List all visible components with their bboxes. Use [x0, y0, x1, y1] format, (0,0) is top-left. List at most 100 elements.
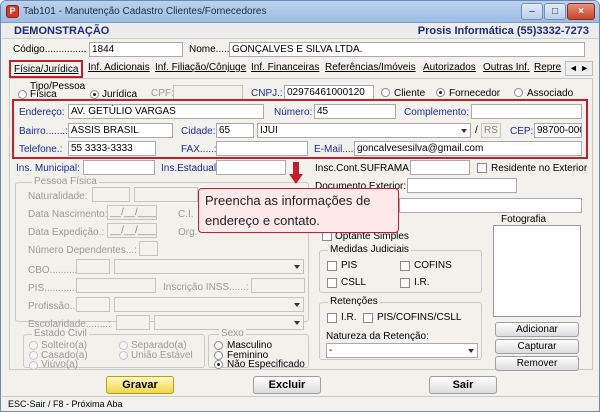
tab-referencias-imoveis[interactable]: Referências/Imóveis [325, 62, 416, 73]
suframa-input[interactable] [410, 160, 470, 175]
close-button[interactable]: × [567, 3, 595, 20]
retencao-ir-checkbox[interactable] [327, 313, 337, 323]
tab-scroll-arrows[interactable]: ◄ ► [565, 61, 593, 76]
numero-label: Número: [274, 107, 313, 118]
associado-radio[interactable] [514, 88, 523, 97]
tab-filiacao-conjuge[interactable]: Inf. Filiação/Cônjuge [155, 62, 246, 73]
ins-municipal-input[interactable] [83, 160, 155, 175]
maximize-button[interactable]: □ [544, 3, 566, 20]
feminino-radio[interactable] [214, 351, 223, 360]
retencao-pis-cofins-csll-checkbox[interactable] [363, 313, 373, 323]
casado-radio[interactable] [29, 351, 38, 360]
nome-input[interactable]: GONÇALVES E SILVA LTDA. [229, 42, 585, 57]
cpf-label: CPF: [151, 88, 174, 99]
masculino-radio[interactable] [214, 341, 223, 350]
gravar-button[interactable]: Gravar [106, 376, 174, 394]
codigo-input[interactable]: 1844 [89, 42, 183, 57]
profissao-label: Profissão..: [28, 301, 79, 312]
inscricao-inss-input[interactable] [251, 278, 305, 293]
expedicao-label: Data Expedição.: [28, 227, 105, 238]
uniao-estavel-radio[interactable] [119, 351, 128, 360]
cidade-select[interactable]: IJUI [257, 123, 471, 138]
demo-label: DEMONSTRAÇÃO [14, 25, 110, 37]
photo-box[interactable] [493, 225, 581, 317]
endereco-input[interactable]: AV. GETÚLIO VARGAS [68, 104, 264, 119]
solteiro-radio[interactable] [29, 341, 38, 350]
sexo-title: Sexo [219, 328, 246, 339]
codigo-label: Código............... [13, 44, 87, 55]
numero-input[interactable]: 45 [314, 104, 396, 119]
bairro-input[interactable]: ASSIS BRASIL [68, 123, 173, 138]
residente-exterior-checkbox[interactable] [477, 163, 487, 173]
cnpj-input[interactable]: 02976461000120 [284, 85, 374, 100]
naturalidade-label: Naturalidade: [28, 191, 88, 202]
cep-input[interactable]: 98700-000 [534, 123, 582, 138]
nao-especificado-label: Não Especificado [227, 359, 305, 370]
juridica-radio[interactable] [90, 90, 99, 99]
suframa-label: Insc.Cont.SUFRAMA: [315, 163, 412, 174]
capturar-button[interactable]: Capturar [495, 339, 579, 354]
nao-especificado-radio[interactable] [214, 360, 223, 369]
doc-exterior-input[interactable] [407, 178, 517, 193]
complemento-input[interactable] [471, 104, 582, 119]
ci-label: C.I. [178, 209, 194, 220]
email-input[interactable]: goncalvesesilva@gmail.com [354, 141, 582, 156]
cliente-radio[interactable] [381, 88, 390, 97]
tab-fisica-juridica[interactable]: Física/Jurídica [9, 60, 84, 78]
minimize-button[interactable]: – [521, 3, 543, 20]
separado-radio[interactable] [119, 341, 128, 350]
fornecedor-radio[interactable] [436, 88, 445, 97]
fisica-radio[interactable] [18, 90, 27, 99]
org-label: Org. [178, 227, 198, 238]
medida-cofins-checkbox[interactable] [400, 261, 410, 271]
email-label: E-Mail.....: [314, 144, 360, 155]
company-header: DEMONSTRAÇÃO Prosis Informática (55)3332… [2, 23, 599, 39]
uf-input[interactable]: RS [481, 123, 501, 138]
associado-label: Associado [527, 88, 574, 99]
cbo-select[interactable] [114, 259, 304, 274]
ins-estadual-input[interactable] [216, 160, 286, 175]
cidade-code-input[interactable]: 65 [216, 123, 254, 138]
sair-button[interactable]: Sair [429, 376, 497, 394]
cbo-code-input[interactable] [76, 259, 110, 274]
cidade-label: Cidade: [181, 126, 216, 137]
cpf-input[interactable] [173, 85, 243, 100]
cep-label: CEP: [510, 126, 534, 137]
expedicao-input[interactable]: __/__/____ [107, 223, 157, 238]
natureza-retencao-select[interactable]: - [326, 343, 478, 358]
profissao-code-input[interactable] [76, 297, 110, 312]
naturalidade-input[interactable] [92, 187, 130, 202]
dependentes-input[interactable] [139, 241, 158, 256]
fax-label: FAX.....: [181, 144, 217, 155]
tab-representantes[interactable]: Repre [534, 62, 561, 73]
main-window: P Tab101 - Manutenção Cadastro Clientes/… [0, 0, 600, 412]
vendor-contact: Prosis Informática (55)3332-7273 [417, 25, 589, 37]
escolaridade-code-input[interactable] [116, 315, 150, 330]
pessoa-fisica-title: Pessoa Física [32, 176, 99, 187]
medida-pis-checkbox[interactable] [327, 261, 337, 271]
pis-input[interactable] [76, 278, 156, 293]
tab-inf-financeiras[interactable]: Inf. Financeiras [251, 62, 319, 73]
nascimento-label: Data Nascimento: [28, 209, 108, 220]
title-bar[interactable]: P Tab101 - Manutenção Cadastro Clientes/… [1, 1, 599, 23]
nome-label: Nome.....: [189, 44, 233, 55]
tab-autorizados[interactable]: Autorizados [423, 62, 476, 73]
tab-inf-adicionais[interactable]: Inf. Adicionais [88, 62, 150, 73]
medida-ir-checkbox[interactable] [400, 278, 410, 288]
remover-button[interactable]: Remover [495, 356, 579, 371]
viuvo-radio[interactable] [29, 361, 38, 370]
nascimento-input[interactable]: __/__/____ [107, 205, 157, 220]
endereco-label: Endereço: [19, 107, 65, 118]
medida-csll-checkbox[interactable] [327, 278, 337, 288]
retencao-pis-cofins-csll-label: PIS/COFINS/CSLL [377, 312, 462, 323]
adicionar-button[interactable]: Adicionar [495, 322, 579, 337]
telefone-input[interactable]: 55 3333-3333 [68, 141, 156, 156]
excluir-button[interactable]: Excluir [253, 376, 321, 394]
fax-input[interactable] [216, 141, 308, 156]
telefone-label: Telefone.: [19, 144, 63, 155]
tab-outras-inf[interactable]: Outras Inf. [483, 62, 530, 73]
naturalidade-city-input[interactable] [134, 187, 198, 202]
extra-input[interactable] [399, 198, 582, 213]
profissao-select[interactable] [114, 297, 304, 312]
ins-municipal-label: Ins. Municipal: [16, 163, 80, 174]
